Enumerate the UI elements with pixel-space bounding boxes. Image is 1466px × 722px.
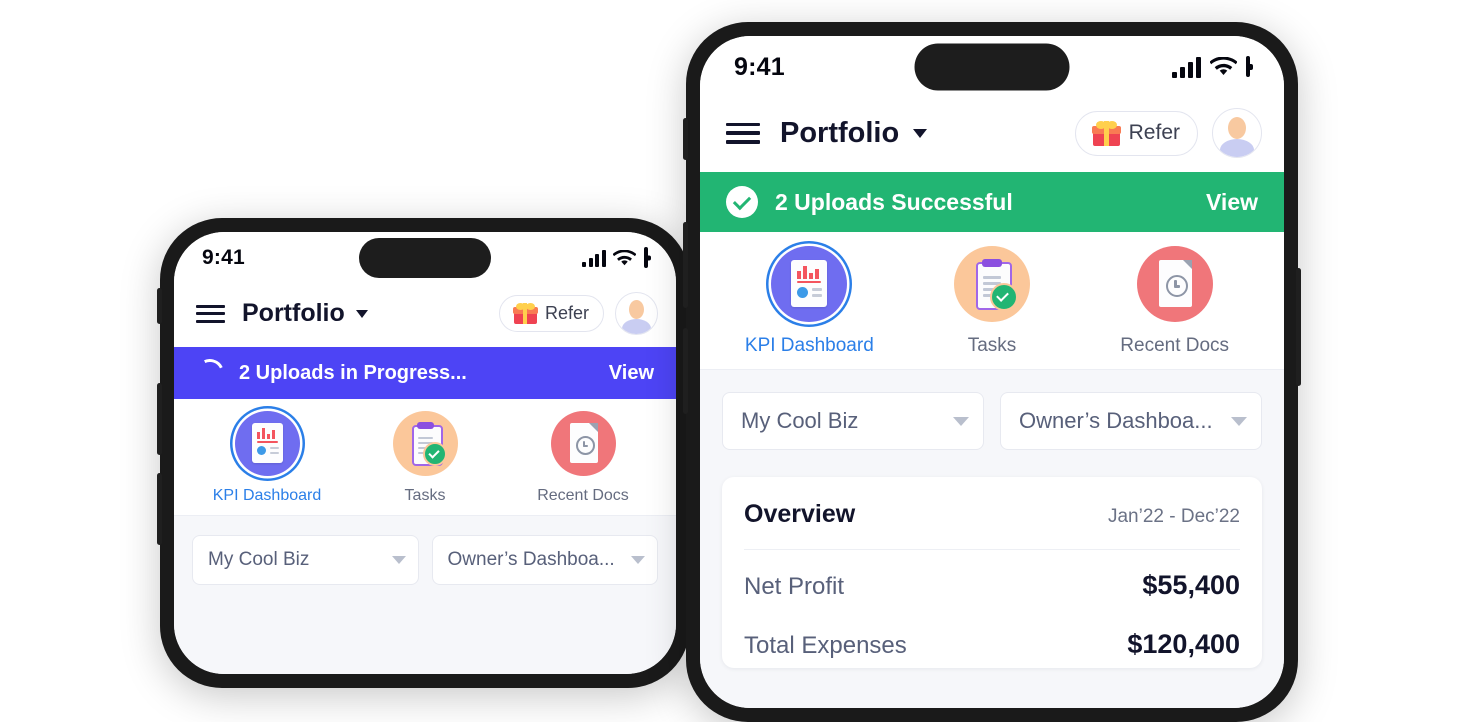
metric-value: $55,400	[1142, 570, 1240, 600]
business-select-value: My Cool Biz	[741, 408, 859, 433]
chevron-down-icon[interactable]	[355, 309, 368, 318]
refer-button-label: Refer	[1128, 121, 1180, 144]
overview-card-header: Overview Jan’22 - Dec’22	[744, 477, 1240, 549]
dashboard-select-value: Owner’s Dashboa...	[1019, 408, 1213, 433]
user-avatar-icon[interactable]	[615, 292, 658, 335]
metric-row-total-expenses: Total Expenses $120,400	[744, 609, 1240, 668]
shortcut-label: Recent Docs	[1120, 335, 1230, 356]
check-circle-icon	[726, 186, 758, 218]
shortcut-label: Tasks	[404, 487, 446, 504]
refer-button-label: Refer	[544, 303, 589, 323]
dynamic-island	[914, 43, 1070, 91]
loading-spinner-icon	[192, 355, 228, 391]
dropdown-caret-icon	[953, 416, 969, 426]
shortcut-tasks[interactable]: Tasks	[901, 246, 1084, 357]
volume-up-button[interactable]	[157, 383, 162, 455]
front-phone-device: 9:41 Portfolio Refer 2 Uploads Successfu…	[683, 22, 1301, 722]
banner-view-link[interactable]: View	[1206, 189, 1258, 216]
shortcut-label: KPI Dashboard	[744, 335, 874, 356]
status-bar-icons	[1172, 56, 1253, 78]
volume-down-button[interactable]	[157, 473, 162, 545]
overview-card: Overview Jan’22 - Dec’22 Net Profit $55,…	[722, 477, 1262, 668]
page-title: Portfolio	[780, 116, 900, 149]
app-bar: Portfolio Refer	[700, 98, 1284, 172]
dropdown-caret-icon	[1231, 416, 1247, 426]
overview-card-period: Jan’22 - Dec’22	[1107, 506, 1240, 527]
app-bar-actions: Refer	[498, 292, 658, 335]
page-body: My Cool Biz Owner’s Dashboa...	[174, 516, 676, 674]
tasks-clipboard-icon	[954, 246, 1030, 322]
user-avatar-icon[interactable]	[1212, 108, 1262, 158]
dropdown-caret-icon	[391, 556, 406, 564]
kpi-dashboard-icon	[234, 411, 300, 476]
shortcut-kpi-dashboard[interactable]: KPI Dashboard	[718, 246, 901, 357]
silence-switch[interactable]	[157, 288, 162, 324]
power-button[interactable]	[1296, 268, 1301, 386]
gift-icon	[512, 303, 538, 324]
task-complete-badge-icon	[422, 442, 447, 466]
volume-up-button[interactable]	[683, 222, 688, 308]
volume-down-button[interactable]	[683, 328, 688, 414]
cellular-signal-icon	[582, 249, 608, 267]
chevron-down-icon[interactable]	[913, 128, 928, 138]
filter-row: My Cool Biz Owner’s Dashboa...	[722, 392, 1262, 450]
task-complete-badge-icon	[990, 283, 1018, 311]
page-body: My Cool Biz Owner’s Dashboa... Overview …	[700, 370, 1284, 708]
dashboard-select-value: Owner’s Dashboa...	[447, 549, 615, 570]
hamburger-menu-icon[interactable]	[726, 122, 760, 144]
tasks-clipboard-icon	[392, 411, 458, 476]
wifi-icon	[1209, 56, 1238, 77]
shortcut-row: KPI Dashboard Tasks Recent Docs	[700, 232, 1284, 370]
shortcut-label: Recent Docs	[537, 487, 629, 504]
metric-label: Net Profit	[744, 573, 845, 600]
page-title: Portfolio	[242, 299, 345, 327]
overview-card-title: Overview	[744, 500, 856, 528]
status-bar: 9:41	[174, 232, 676, 284]
dashboard-select[interactable]: Owner’s Dashboa...	[1000, 392, 1262, 450]
back-phone-device: 9:41 Portfolio Refer 2 Uploads in Progre…	[157, 218, 693, 688]
shortcut-label: Tasks	[967, 335, 1017, 356]
app-bar: Portfolio Refer	[174, 284, 676, 347]
shortcut-label: KPI Dashboard	[212, 487, 322, 504]
filter-row: My Cool Biz Owner’s Dashboa...	[192, 535, 658, 585]
recent-docs-icon	[1136, 246, 1213, 322]
cellular-signal-icon	[1172, 56, 1204, 78]
app-bar-actions: Refer	[1074, 108, 1262, 158]
front-phone-screen: 9:41 Portfolio Refer 2 Uploads Successfu…	[700, 36, 1284, 708]
metric-value: $120,400	[1127, 629, 1240, 659]
status-bar-icons	[582, 247, 651, 268]
metric-row-net-profit: Net Profit $55,400	[744, 550, 1240, 609]
dynamic-island	[359, 238, 491, 278]
dropdown-caret-icon	[631, 556, 645, 564]
upload-status-banner[interactable]: 2 Uploads in Progress... View	[174, 347, 676, 399]
shortcut-recent-docs[interactable]: Recent Docs	[1083, 246, 1266, 357]
business-select-value: My Cool Biz	[208, 549, 310, 570]
refer-button[interactable]: Refer	[498, 295, 604, 332]
shortcut-row: KPI Dashboard Tasks Recent Docs	[174, 399, 676, 516]
shortcut-kpi-dashboard[interactable]: KPI Dashboard	[188, 411, 346, 505]
banner-message: 2 Uploads in Progress...	[239, 361, 467, 384]
shortcut-recent-docs[interactable]: Recent Docs	[504, 411, 662, 505]
battery-full-icon	[1246, 56, 1253, 77]
silence-switch[interactable]	[683, 118, 688, 160]
wifi-icon	[612, 249, 637, 267]
dashboard-select[interactable]: Owner’s Dashboa...	[431, 535, 658, 585]
business-select[interactable]: My Cool Biz	[722, 392, 984, 450]
banner-view-link[interactable]: View	[609, 362, 654, 385]
status-bar-time: 9:41	[734, 52, 785, 81]
business-select[interactable]: My Cool Biz	[192, 535, 419, 585]
banner-message: 2 Uploads Successful	[775, 188, 1013, 215]
hamburger-menu-icon[interactable]	[196, 304, 225, 323]
recent-docs-icon	[550, 411, 616, 476]
back-phone-screen: 9:41 Portfolio Refer 2 Uploads in Progre…	[174, 232, 676, 674]
metric-label: Total Expenses	[744, 632, 907, 659]
upload-status-banner[interactable]: 2 Uploads Successful View	[700, 172, 1284, 232]
refer-button[interactable]: Refer	[1074, 110, 1198, 156]
shortcut-tasks[interactable]: Tasks	[346, 411, 504, 505]
status-bar-time: 9:41	[202, 246, 245, 269]
battery-full-icon	[644, 247, 651, 268]
kpi-dashboard-icon	[771, 246, 848, 322]
gift-icon	[1091, 120, 1121, 146]
status-bar: 9:41	[700, 36, 1284, 98]
